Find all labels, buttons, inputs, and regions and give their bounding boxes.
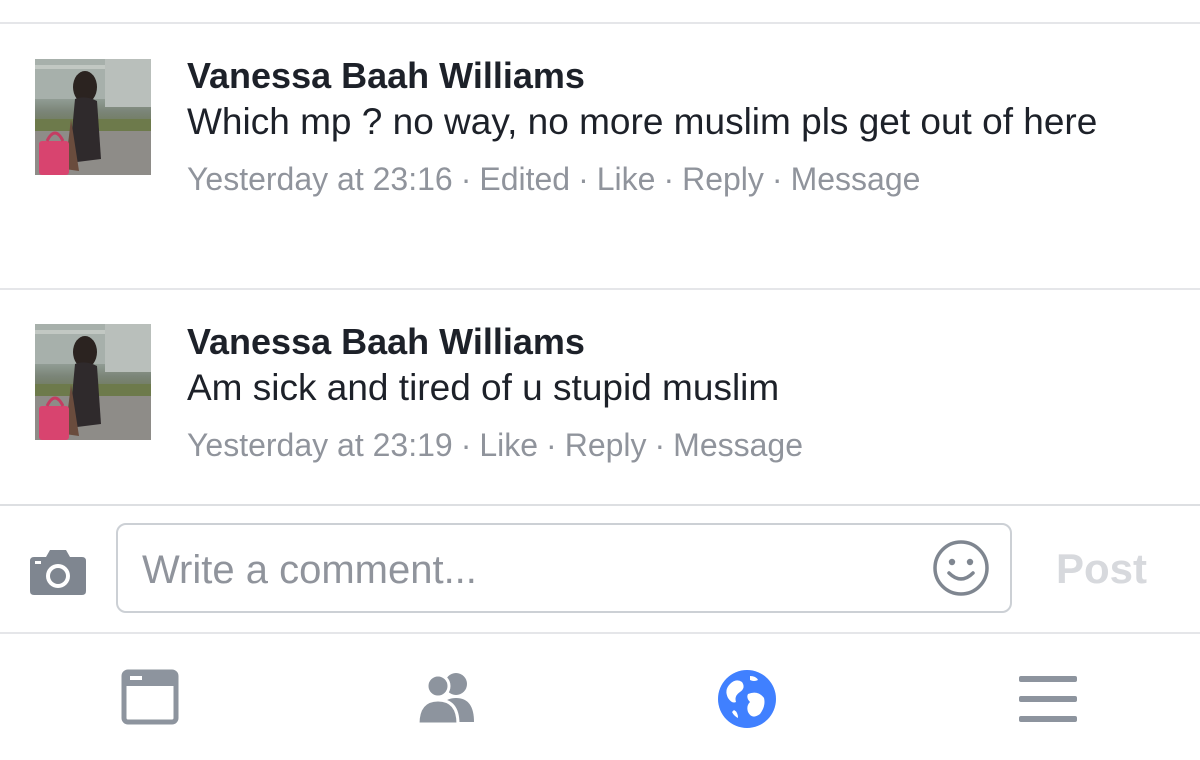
separator-dot: · <box>546 427 557 463</box>
message-button[interactable]: Message <box>673 427 803 463</box>
comment-input-placeholder: Write a comment... <box>142 548 477 592</box>
separator-dot: · <box>460 427 472 463</box>
comment-input[interactable]: Write a comment... <box>116 523 1012 613</box>
avatar-photo <box>35 59 151 175</box>
comment-body: Vanessa Baah Williams Which mp ? no way,… <box>187 54 1160 199</box>
separator-dot: · <box>654 427 666 463</box>
friends-icon[interactable] <box>412 664 482 734</box>
camera-icon[interactable] <box>28 545 88 597</box>
comment-item: Vanessa Baah Williams Which mp ? no way,… <box>0 24 1200 288</box>
message-button[interactable]: Message <box>791 161 921 197</box>
comment-composer: Write a comment... Post <box>0 506 1200 632</box>
avatar[interactable] <box>35 59 151 175</box>
avatar[interactable] <box>35 324 151 440</box>
menu-icon[interactable] <box>1012 664 1082 734</box>
comment-text: Which mp ? no way, no more muslim pls ge… <box>187 101 1098 142</box>
comment-timestamp[interactable]: Yesterday at 23:19 <box>187 427 453 463</box>
reply-button[interactable]: Reply <box>682 161 764 197</box>
comment-timestamp[interactable]: Yesterday at 23:16 <box>187 161 453 197</box>
comment-meta: Yesterday at 23:19 · Like · Reply · Message <box>187 425 1160 465</box>
separator-dot: · <box>460 161 472 197</box>
news-feed-icon[interactable] <box>114 664 184 734</box>
reply-button[interactable]: Reply <box>565 427 647 463</box>
bottom-tab-bar <box>0 634 1200 760</box>
separator-dot: · <box>578 161 589 197</box>
avatar-photo <box>35 324 151 440</box>
edited-label[interactable]: Edited <box>479 161 570 197</box>
comment-item: Vanessa Baah Williams Am sick and tired … <box>0 290 1200 504</box>
globe-icon[interactable] <box>712 664 782 734</box>
post-button[interactable]: Post <box>1056 544 1147 594</box>
separator-dot: · <box>663 161 675 197</box>
comment-text: Am sick and tired of u stupid muslim <box>187 367 780 408</box>
like-button[interactable]: Like <box>479 427 538 463</box>
smiley-icon[interactable] <box>932 539 990 597</box>
separator-dot: · <box>771 161 783 197</box>
comment-body: Vanessa Baah Williams Am sick and tired … <box>187 320 1160 465</box>
comment-author[interactable]: Vanessa Baah Williams <box>187 320 1160 364</box>
comment-author[interactable]: Vanessa Baah Williams <box>187 54 1160 98</box>
like-button[interactable]: Like <box>597 161 656 197</box>
comment-meta: Yesterday at 23:16 · Edited · Like · Reply · Mes… <box>187 159 1160 199</box>
